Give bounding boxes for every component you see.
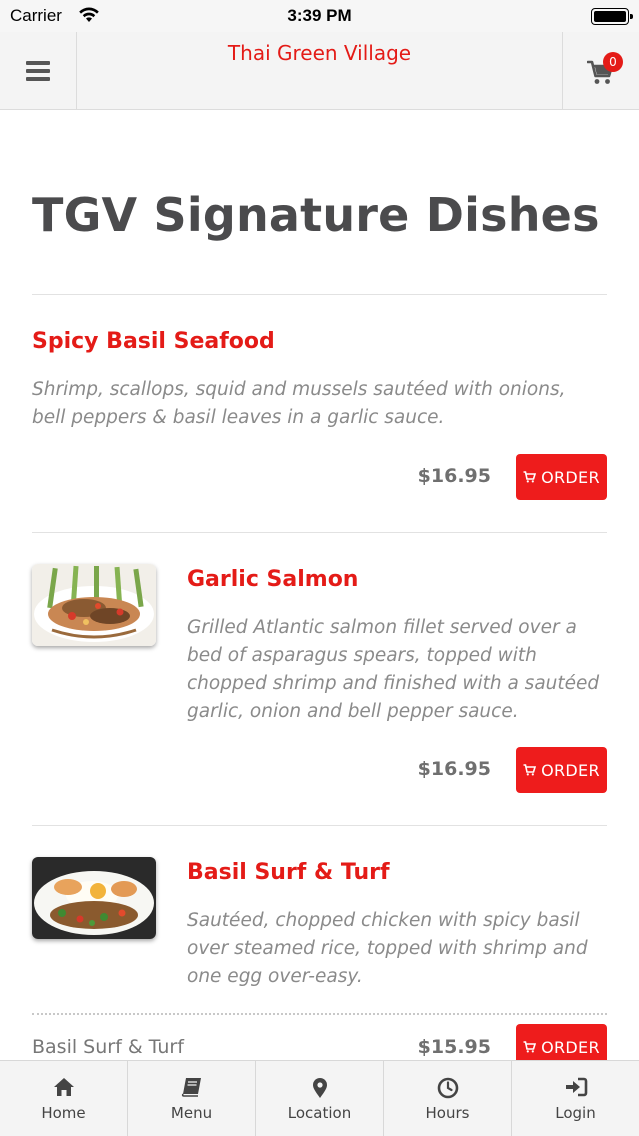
cart-icon [523,1041,537,1053]
tab-home[interactable]: Home [0,1061,128,1136]
divider [32,825,607,826]
option-price: $15.95 [417,1036,491,1058]
map-pin-icon [312,1078,327,1098]
tab-label: Menu [170,1104,213,1122]
dish-description: Shrimp, scallops, squid and mussels saut… [32,379,566,428]
option-name: Basil Surf & Turf [32,1036,184,1058]
dish-name: Spicy Basil Seafood [32,329,275,354]
dish-description: Sautéed, chopped chicken with spicy basi… [187,910,588,987]
home-icon [53,1078,74,1096]
dish-price: $16.95 [417,465,491,487]
cart-icon [523,764,537,776]
order-button[interactable]: ORDER [516,1024,607,1060]
dish-name: Garlic Salmon [187,567,359,592]
food-image [32,857,156,939]
clock-icon [437,1077,458,1099]
dish-name: Basil Surf & Turf [187,860,390,885]
order-button[interactable]: ORDER [516,454,607,500]
cart-button[interactable]: 0 [562,32,639,109]
order-button-label: ORDER [541,467,600,487]
order-button-label: ORDER [541,760,600,780]
menu-content[interactable]: TGV Signature Dishes Spicy Basil Seafood… [0,110,639,1060]
book-icon [181,1078,201,1097]
tab-label: Login [555,1104,596,1122]
battery-icon [591,8,633,25]
dish-description: Grilled Atlantic salmon fillet served ov… [187,617,600,722]
garlic-salmon-photo[interactable] [32,564,156,646]
hamburger-icon [26,60,50,81]
bottom-tab-bar: Home Menu Location Hours Login [0,1060,639,1136]
tab-location[interactable]: Location [256,1061,384,1136]
status-time: 3:39 PM [287,6,352,25]
status-bar: Carrier 3:39 PM [0,0,639,32]
restaurant-title: Thai Green Village [227,41,412,65]
app-header: Thai Green Village 0 [0,32,639,110]
tab-hours[interactable]: Hours [384,1061,512,1136]
login-icon [565,1077,587,1097]
tab-label: Location [287,1104,352,1122]
order-button-label: ORDER [541,1037,600,1057]
tab-label: Home [41,1104,86,1122]
tab-login[interactable]: Login [512,1061,639,1136]
order-button[interactable]: ORDER [516,747,607,793]
divider [32,294,607,295]
dotted-divider [32,1013,607,1015]
tab-menu[interactable]: Menu [128,1061,256,1136]
basil-surf-turf-photo[interactable] [32,857,156,939]
tab-label: Hours [425,1104,470,1122]
dish-price: $16.95 [417,758,491,780]
divider [32,532,607,533]
cart-count-badge: 0 [603,52,623,72]
menu-button[interactable] [0,32,77,109]
cart-icon [523,471,537,483]
section-title: TGV Signature Dishes [32,188,600,242]
food-image [32,564,156,646]
